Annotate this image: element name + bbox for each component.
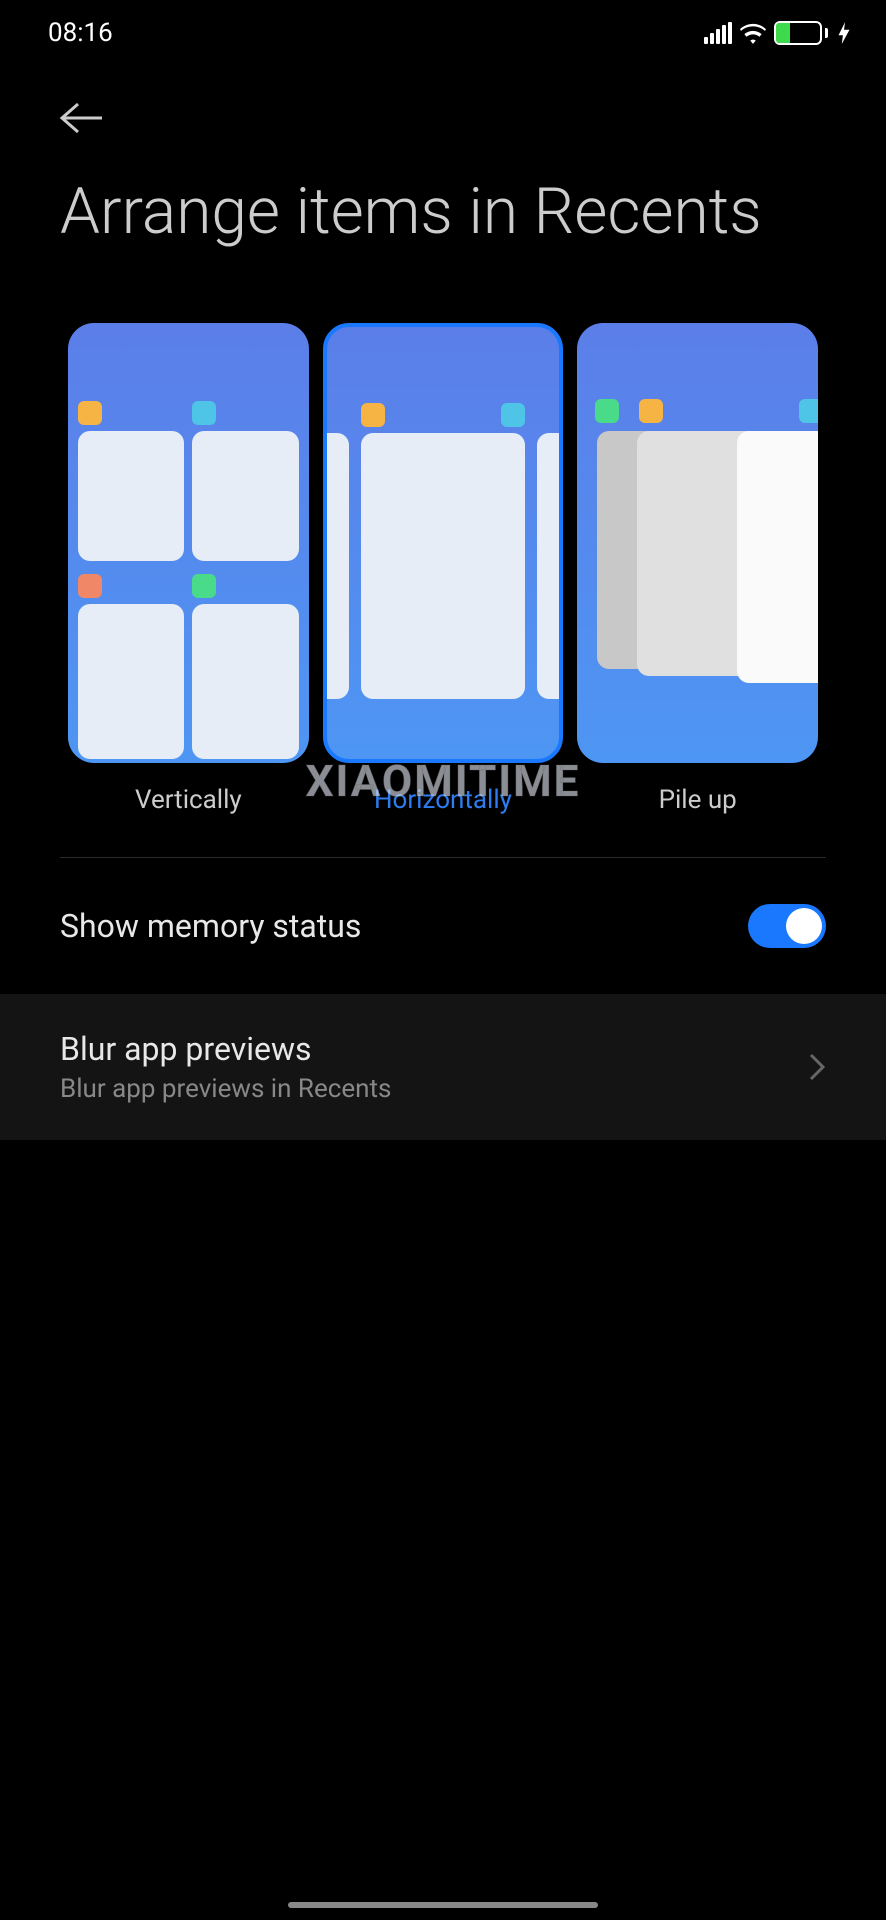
preview-vertical [68, 323, 309, 763]
preview-horizontal [323, 323, 564, 763]
back-arrow-icon [58, 100, 104, 136]
arrangement-options: Vertically [0, 323, 886, 815]
charging-icon [838, 22, 850, 44]
blur-previews-sublabel: Blur app previews in Recents [60, 1074, 391, 1104]
option-vertical-label: Vertically [135, 785, 242, 815]
wifi-icon [740, 22, 766, 44]
status-bar: 08:16 32 [0, 0, 886, 60]
status-time: 08:16 [48, 18, 113, 48]
home-indicator[interactable] [288, 1902, 598, 1908]
blur-previews-label: Blur app previews [60, 1030, 391, 1068]
battery-icon: 32 [774, 21, 828, 45]
status-icons: 32 [704, 21, 850, 45]
page-title: Arrange items in Recents [0, 170, 886, 323]
memory-status-setting[interactable]: Show memory status [0, 858, 886, 994]
blur-previews-setting[interactable]: Blur app previews Blur app previews in R… [0, 994, 886, 1140]
signal-icon [704, 22, 732, 44]
option-horizontal[interactable]: Horizontally [323, 323, 564, 815]
back-button[interactable] [0, 60, 886, 170]
memory-status-toggle[interactable] [748, 904, 826, 948]
battery-level: 32 [791, 26, 805, 40]
option-vertical[interactable]: Vertically [68, 323, 309, 815]
option-pileup-label: Pile up [659, 785, 737, 815]
watermark: XIAOMITIME [306, 755, 581, 807]
memory-status-label: Show memory status [60, 907, 361, 945]
option-pileup[interactable]: Pile up [577, 323, 818, 815]
chevron-right-icon [808, 1052, 826, 1082]
preview-pileup [577, 323, 818, 763]
